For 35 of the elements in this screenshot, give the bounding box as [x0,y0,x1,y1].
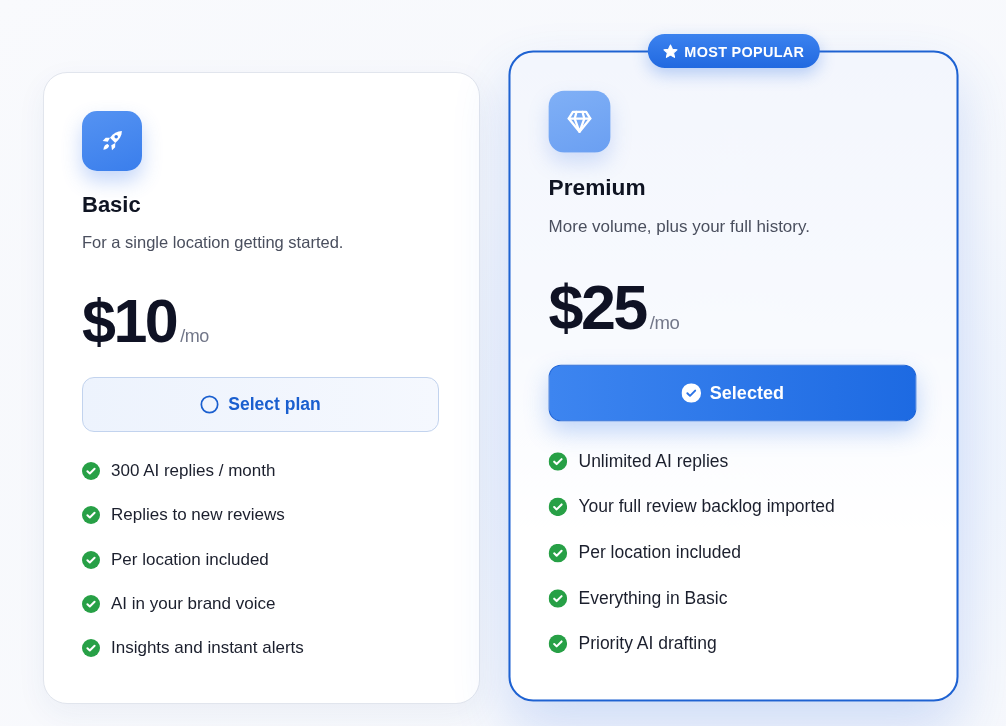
feature-text: Per location included [111,548,269,571]
feature-text: Priority AI drafting [578,632,717,656]
circle-icon [200,395,220,414]
check-circle-icon [82,594,100,613]
plan-name: Premium [548,173,647,202]
select-plan-button[interactable]: Selected [548,364,917,422]
plan-description: For a single location getting started. [82,232,345,253]
check-circle-icon [548,497,568,517]
price: $10 [82,291,177,351]
feature-text: Replies to new reviews [111,504,285,527]
plan-description: More volume, plus your full history. [548,215,811,237]
check-circle-icon [548,589,568,608]
check-circle-icon [680,383,701,403]
check-circle-icon [548,543,568,562]
feature-text: Your full review backlog imported [578,495,835,519]
badge-text: MOST POPULAR [684,42,805,60]
price: $25 [548,276,646,338]
feature-text: 300 AI replies / month [111,460,276,482]
plan-name: Basic [82,191,142,219]
check-circle-icon [82,639,100,658]
feature-text: AI in your brand voice [111,592,276,615]
feature-text: Unlimited AI replies [578,450,729,473]
check-circle-icon [548,452,568,471]
select-plan-button[interactable]: Select plan [82,377,439,432]
check-circle-icon [548,634,568,654]
check-circle-icon [82,462,100,480]
feature-text: Insights and instant alerts [111,637,304,660]
check-circle-icon [82,550,100,569]
price-period: /mo [180,326,209,346]
price-period: /mo [649,312,680,333]
feature-text: Per location included [578,541,742,564]
check-circle-icon [82,506,100,525]
feature-text: Everything in Basic [578,587,728,610]
rocket-icon [82,111,142,171]
star-icon [661,42,679,60]
